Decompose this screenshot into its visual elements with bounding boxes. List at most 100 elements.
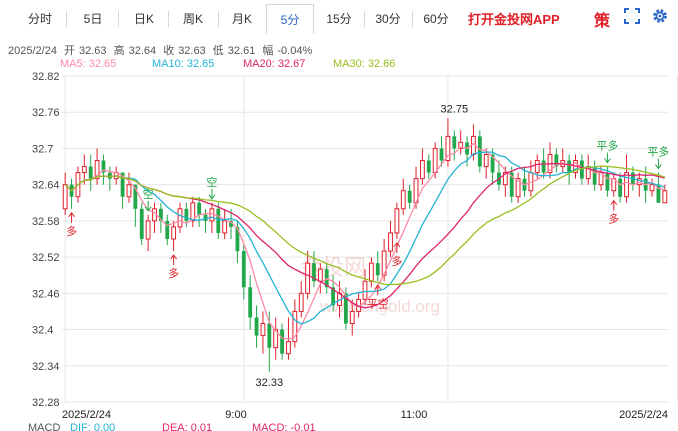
signal-label: 平多 (647, 145, 669, 159)
tab-monthly-k[interactable]: 月K (222, 6, 262, 32)
tab-divider (364, 11, 365, 27)
ma-legend: MA5: 32.65 MA10: 32.65 MA20: 32.67 MA30:… (60, 58, 395, 70)
candle-body (139, 208, 144, 239)
settings-gear-icon[interactable] (651, 7, 669, 25)
candle-body (375, 263, 380, 276)
x-tick-label: 9:00 (225, 409, 246, 421)
candle-body (126, 184, 132, 198)
candle-body (184, 208, 189, 221)
candle-body (298, 292, 304, 312)
tab-divider (412, 11, 413, 27)
tab-5day[interactable]: 5日 (72, 6, 114, 32)
y-tick-label: 32.46 (32, 288, 60, 300)
y-tick-label: 32.76 (32, 107, 60, 119)
candle-body (222, 220, 228, 234)
y-tick-label: 32.7 (32, 143, 53, 155)
candle-body (248, 287, 253, 318)
candle-body (62, 184, 68, 210)
candle-body (349, 310, 355, 325)
y-tick-label: 32.82 (32, 71, 60, 83)
tab-divider (118, 11, 119, 27)
candle-body (305, 262, 311, 294)
candle-body (254, 317, 259, 336)
macd-title: MACD (28, 422, 60, 431)
signal-label: 多 (66, 224, 77, 238)
candle-body (145, 220, 151, 240)
x-tick-label: 2025/2/24 (619, 409, 668, 421)
tab-60min[interactable]: 60分 (416, 6, 456, 32)
strategy-icon[interactable]: 策 (594, 7, 610, 31)
candle-body (241, 251, 246, 288)
candle-body (88, 166, 93, 179)
tab-divider (66, 11, 67, 27)
candle-body (286, 341, 291, 355)
candle-body (388, 232, 393, 252)
chart-grid (62, 75, 678, 403)
candle-body (483, 153, 489, 168)
x-axis: 2025/2/24 9:00 11:00 2025/2/24 (62, 409, 668, 421)
y-axis: 32.82 32.76 32.7 32.64 32.58 32.52 32.46 32.4 32… (32, 71, 60, 409)
candle-body (107, 172, 112, 179)
tab-30min[interactable]: 30分 (368, 6, 408, 32)
candle-body (267, 323, 272, 348)
candle-body (618, 178, 623, 197)
ma30-legend: MA30: 32.66 (333, 58, 395, 70)
macd-value-legend: MACD: -0.01 (252, 422, 316, 431)
candle-body (317, 268, 323, 282)
candlestick-chart[interactable]: 金投网 www.cngold.org MA5: 32.65 MA10: 32.6… (0, 55, 678, 431)
candle-body (209, 208, 215, 222)
y-tick-label: 32.34 (32, 361, 60, 373)
candle-body (419, 160, 425, 180)
low-price-label: 32.33 (256, 377, 284, 389)
candle-body (534, 160, 540, 174)
candle-body (368, 262, 374, 282)
x-tick-label: 2025/2/24 (62, 409, 111, 421)
dif-legend: DIF: 0.00 (70, 422, 115, 431)
ma5-legend: MA5: 32.65 (60, 58, 116, 70)
y-tick-label: 32.64 (32, 180, 60, 192)
candle-body (649, 184, 655, 192)
high-price-label: 32.75 (441, 103, 469, 115)
y-tick-label: 32.52 (32, 252, 60, 264)
candle-body (260, 323, 266, 337)
candle-body (541, 160, 546, 173)
candle-body (197, 202, 202, 215)
candle-body (216, 208, 221, 233)
candle-body (605, 172, 610, 191)
candle-body (432, 147, 438, 174)
signal-label: 平多 (596, 139, 618, 153)
y-tick-label: 32.4 (32, 325, 53, 337)
open-app-link[interactable]: 打开金投网APP (468, 9, 560, 28)
y-tick-label: 32.28 (32, 397, 60, 409)
tab-15min[interactable]: 15分 (318, 6, 360, 32)
candle-body (426, 160, 431, 173)
trade-signals: 多 空多 空多平空 平多多 平多 (66, 139, 669, 311)
candle-body (567, 160, 572, 173)
y-tick-label: 32.58 (32, 216, 60, 228)
signal-label: 空 (206, 175, 217, 189)
tab-weekly-k[interactable]: 周K (172, 6, 214, 32)
candle-body (439, 148, 444, 161)
signal-label: 多 (391, 254, 402, 268)
tab-divider (168, 11, 169, 27)
expand-icon[interactable] (623, 7, 641, 25)
candle-body (452, 136, 457, 149)
period-tab-bar: 分时 5日 日K 周K 月K 5分 15分 30分 60分 打开金投网APP 策 (0, 0, 678, 36)
signal-label: 平空 (367, 296, 389, 310)
candle-body (400, 190, 406, 210)
signal-label: 空 (143, 187, 154, 201)
x-tick-label: 11:00 (401, 409, 428, 421)
tab-5min[interactable]: 5分 (266, 4, 314, 34)
tab-divider (218, 11, 219, 27)
tab-daily-k[interactable]: 日K (124, 6, 164, 32)
candle-body (171, 226, 177, 240)
tab-intraday[interactable]: 分时 (18, 6, 62, 32)
candles (62, 118, 668, 372)
candle-body (362, 280, 368, 300)
candle-body (477, 136, 482, 167)
candle-body (407, 190, 412, 203)
candle-body (280, 329, 284, 354)
ma10-legend: MA10: 32.65 (152, 58, 214, 70)
candle-body (662, 190, 668, 204)
candle-body (177, 208, 183, 228)
